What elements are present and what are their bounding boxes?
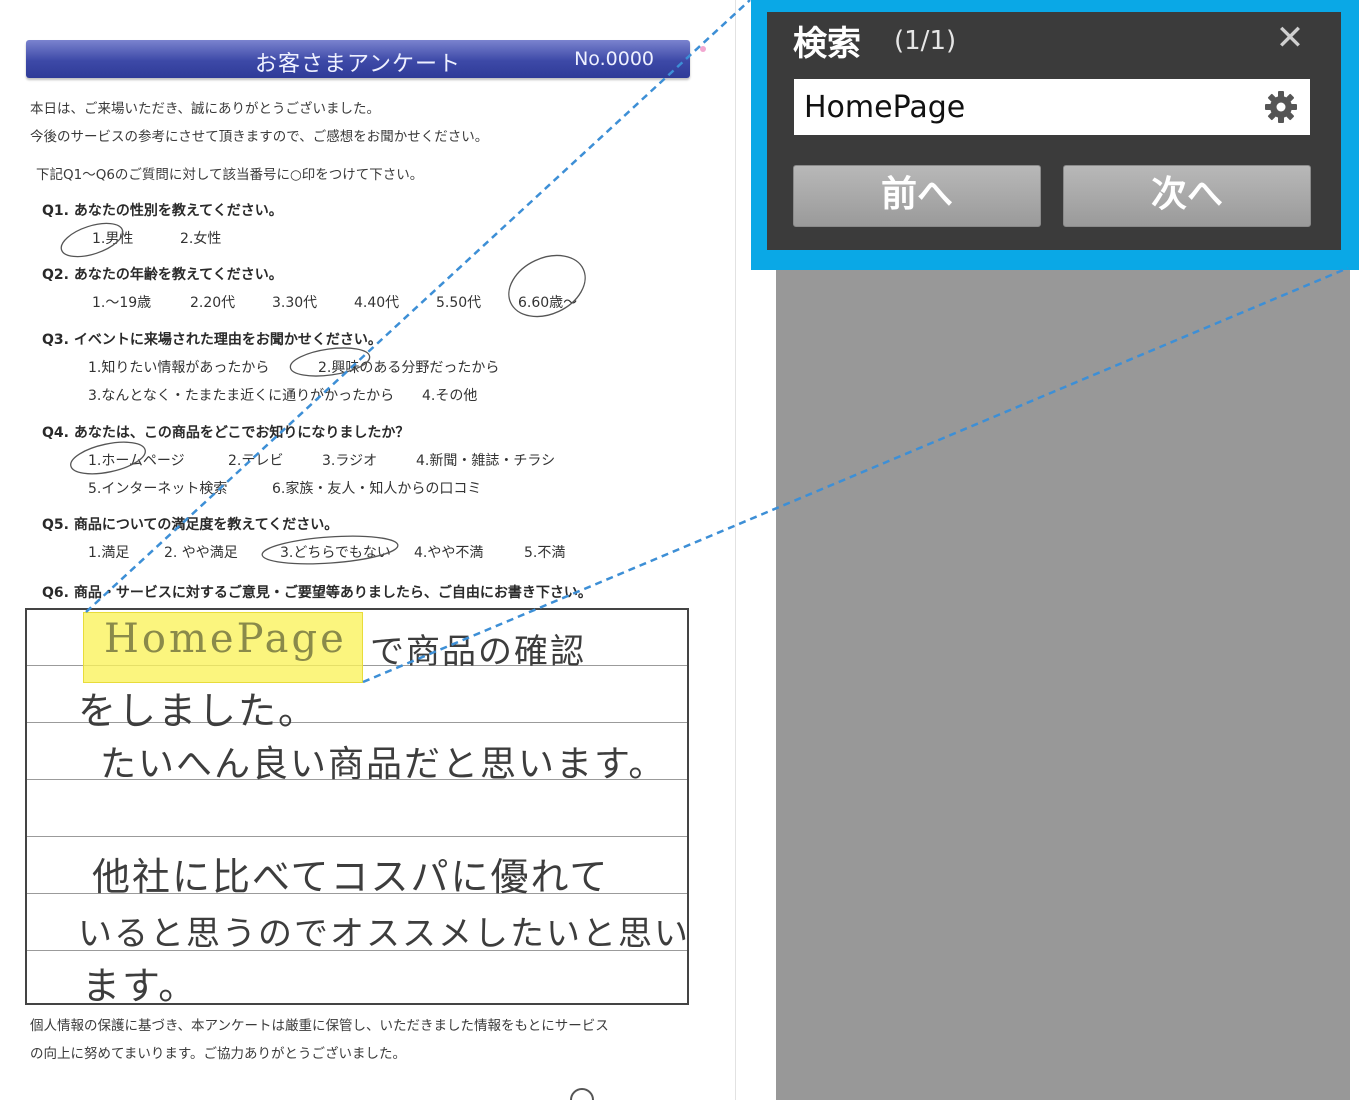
app-window: お客さまアンケート No.0000 本日は、ご来場いただき、誠にありがとうござい… [0,0,1366,1100]
callout-connectors [85,0,1349,684]
connector-line-top [85,0,751,613]
connector-line-bottom [362,266,1349,684]
